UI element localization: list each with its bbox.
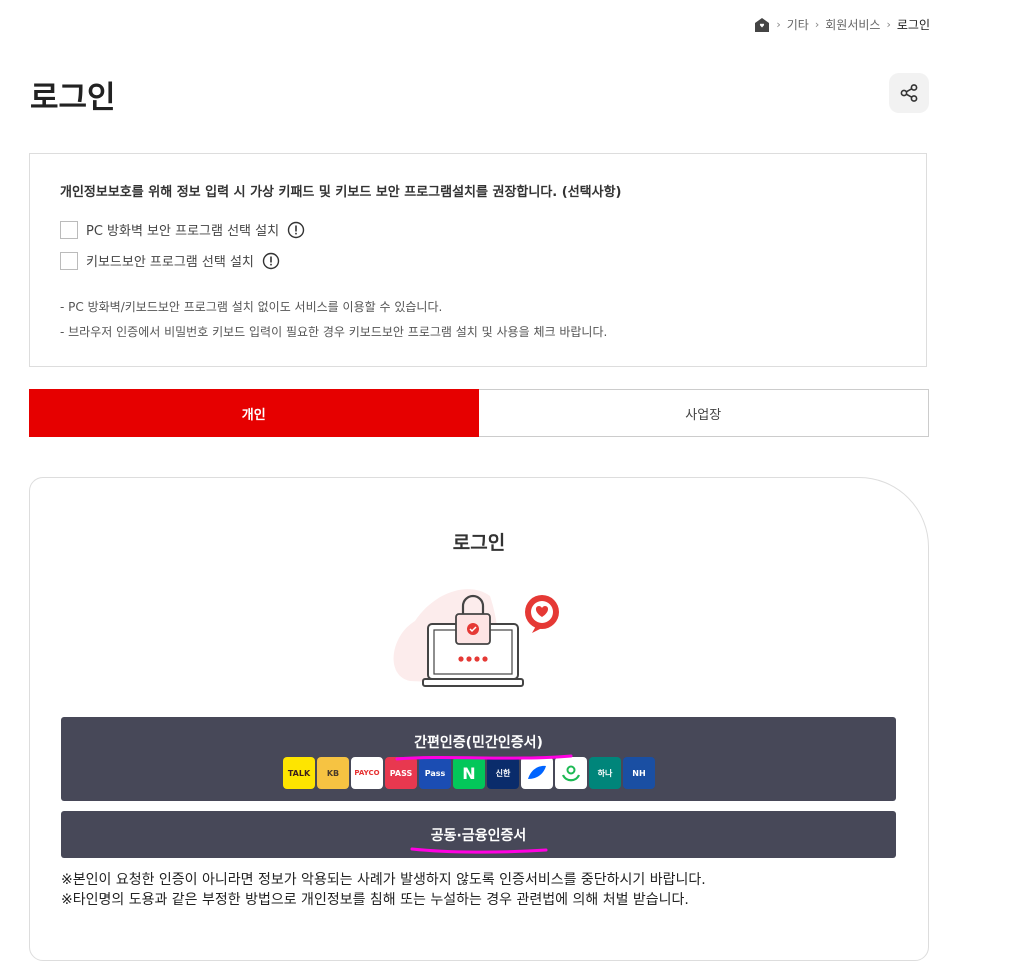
kb-icon-text: KB — [326, 768, 340, 778]
breadcrumb: › 기타 › 회원서비스 › 로그인 — [754, 16, 930, 33]
firewall-checkbox[interactable] — [60, 220, 78, 239]
tab-business[interactable]: 사업장 — [478, 389, 929, 437]
certificate-auth-label: 공동·금융인증서 — [430, 828, 527, 844]
chevron-right-icon: › — [814, 18, 820, 31]
samsung-pass-icon-text: Pass — [424, 768, 446, 778]
security-note: - 브라우저 인증에서 비밀번호 키보드 입력이 필요한 경우 키보드보안 프로… — [60, 325, 608, 339]
shinhan-icon: 신한 — [487, 757, 519, 789]
simple-auth-button[interactable]: 간편인증(민간인증서) TALK KB PAYCO PASS Pass N 신한… — [61, 717, 896, 801]
breadcrumb-item[interactable]: 회원서비스 — [825, 16, 880, 33]
naver-icon: N — [453, 757, 485, 789]
hana-icon-text: 하나 — [597, 768, 613, 778]
firewall-option-label[interactable]: PC 방화벽 보안 프로그램 선택 설치 — [86, 220, 279, 239]
kb-icon: KB — [317, 757, 349, 789]
login-title: 로그인 — [452, 532, 506, 554]
simple-auth-label: 간편인증(민간인증서) — [414, 735, 543, 751]
page-title: 로그인 — [30, 80, 116, 116]
payco-icon: PAYCO — [351, 757, 383, 789]
tab-individual[interactable]: 개인 — [29, 389, 479, 437]
samsung-pass-icon: Pass — [419, 757, 451, 789]
breadcrumb-current: 로그인 — [896, 18, 930, 32]
keyboard-security-option-label[interactable]: 키보드보안 프로그램 선택 설치 — [86, 251, 254, 270]
green-cert-icon — [555, 757, 587, 789]
info-icon[interactable] — [287, 221, 305, 239]
breadcrumb-item[interactable]: 기타 — [787, 16, 809, 33]
share-button[interactable] — [889, 73, 929, 113]
member-type-tabs: 개인 사업장 — [29, 389, 929, 437]
pass-icon: PASS — [385, 757, 417, 789]
keyboard-security-option: 키보드보안 프로그램 선택 설치 — [60, 251, 280, 270]
security-note: - PC 방화벽/키보드보안 프로그램 설치 없이도 서비스를 이용할 수 있습… — [60, 300, 443, 314]
warning-text: ※타인명의 도용과 같은 부정한 방법으로 개인정보를 침해 또는 누설하는 경… — [61, 892, 689, 908]
kakao-icon: TALK — [283, 757, 315, 789]
kakao-icon-text: TALK — [287, 768, 311, 778]
laptop-lock-illustration — [393, 589, 559, 687]
naver-icon-text: N — [462, 763, 476, 783]
hana-icon: 하나 — [589, 757, 621, 789]
login-panel: 로그인 간편인증(민간인증서) TALK KB PAYCO PASS Pass … — [29, 477, 929, 961]
toss-icon — [521, 757, 553, 789]
share-icon — [900, 84, 918, 102]
chevron-right-icon: › — [886, 18, 891, 31]
info-icon[interactable] — [262, 252, 280, 270]
shinhan-icon-text: 신한 — [495, 768, 511, 778]
payco-icon-text: PAYCO — [354, 769, 380, 777]
keyboard-security-checkbox[interactable] — [60, 251, 78, 270]
nh-icon: NH — [623, 757, 655, 789]
certificate-auth-button[interactable]: 공동·금융인증서 — [61, 811, 896, 858]
chevron-right-icon: › — [776, 18, 781, 31]
provider-icons: TALK KB PAYCO PASS Pass N 신한 하나 NH — [283, 757, 655, 789]
firewall-option: PC 방화벽 보안 프로그램 선택 설치 — [60, 220, 305, 239]
nh-icon-text: NH — [632, 768, 646, 778]
pass-icon-text: PASS — [389, 768, 413, 778]
warning-text: ※본인이 요청한 인증이 아니라면 정보가 악용되는 사례가 발생하지 않도록 … — [61, 872, 706, 888]
security-intro: 개인정보보호를 위해 정보 입력 시 가상 키패드 및 키보드 보안 프로그램설… — [60, 185, 622, 200]
home-icon[interactable] — [754, 17, 770, 33]
security-program-box: 개인정보보호를 위해 정보 입력 시 가상 키패드 및 키보드 보안 프로그램설… — [29, 153, 927, 367]
